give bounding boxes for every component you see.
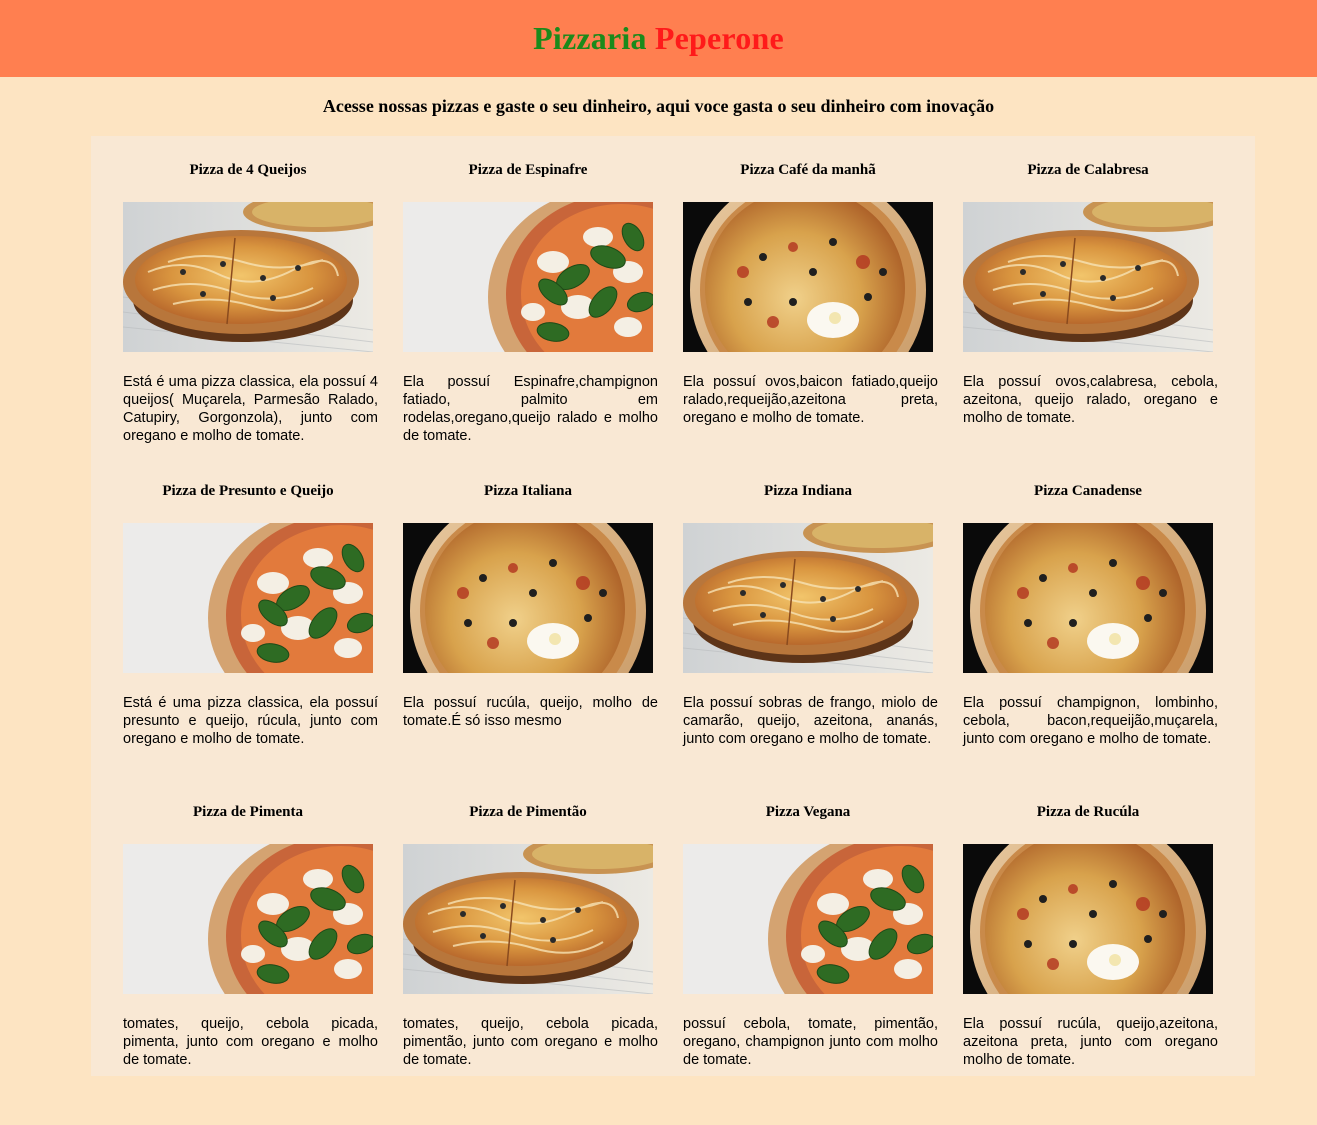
pizza-description: Está é uma pizza classica, ela possuí pr… xyxy=(123,695,378,747)
pizza-title: Pizza de Presunto e Queijo xyxy=(162,483,334,499)
pizza-image xyxy=(683,523,933,673)
pizza-image xyxy=(123,844,373,994)
pizza-card: Pizza Vegana possuí cebola, tomate, pimen… xyxy=(683,804,938,1125)
pizza-title: Pizza Café da manhã xyxy=(740,162,876,178)
pizza-title: Pizza Indiana xyxy=(764,483,852,499)
pizza-card: Pizza de Pimentão tomates, queijo, cebola… xyxy=(403,804,658,1125)
pizza-card: Pizza Indiana Ela possuí sobras de frango… xyxy=(683,483,938,804)
pizza-title: Pizza de Pimenta xyxy=(193,804,303,820)
pizza-card: Pizza Italiana Ela possuí rucúla, queijo,… xyxy=(403,483,658,804)
pizza-title: Pizza Canadense xyxy=(1034,483,1142,499)
pizza-title: Pizza de Rucúla xyxy=(1036,804,1140,820)
pizza-description: Ela possuí sobras de frango, miolo de ca… xyxy=(683,695,938,747)
pizza-title: Pizza de Calabresa xyxy=(1027,162,1149,178)
site-title: Pizzaria Peperone xyxy=(533,20,784,57)
pizza-description: tomates, queijo, cebola picada, pimentão… xyxy=(403,1016,658,1068)
pizza-image xyxy=(963,844,1213,994)
pizza-image xyxy=(123,202,373,352)
site-title-part1: Pizzaria xyxy=(533,20,647,56)
pizza-description: Ela possuí rucúla, queijo, molho de toma… xyxy=(403,695,658,729)
site-header: Pizzaria Peperone xyxy=(0,0,1317,77)
pizza-card: Pizza Café da manhã Ela possuí ovos,baico… xyxy=(683,162,938,483)
pizza-title: Pizza de 4 Queijos xyxy=(189,162,307,178)
pizza-description: Está é uma pizza classica, ela possuí 4 … xyxy=(123,374,378,444)
pizza-description: Ela possuí champignon, lombinho, cebola,… xyxy=(963,695,1218,747)
pizza-card: Pizza Canadense Ela possuí champignon, lo… xyxy=(963,483,1218,804)
pizza-card: Pizza de Calabresa Ela possuí ovos,calabr… xyxy=(963,162,1218,483)
pizza-card: Pizza de Pimenta tomates, queijo, cebola … xyxy=(123,804,378,1125)
pizza-image xyxy=(683,202,933,352)
pizza-card: Pizza de Espinafre Ela possuí Espinafre,c… xyxy=(403,162,658,483)
pizza-image xyxy=(963,202,1213,352)
pizza-image xyxy=(963,523,1213,673)
tagline: Acesse nossas pizzas e gaste o seu dinhe… xyxy=(322,96,995,116)
pizza-image xyxy=(403,523,653,673)
pizza-title: Pizza de Espinafre xyxy=(468,162,588,178)
pizza-image xyxy=(123,523,373,673)
pizza-grid: Pizza de 4 Queijos Está é uma pizza class… xyxy=(91,136,1255,1125)
pizza-image xyxy=(683,844,933,994)
pizza-title: Pizza Italiana xyxy=(484,483,572,499)
pizza-description: possuí cebola, tomate, pimentão, oregano… xyxy=(683,1016,938,1068)
site-title-part2: Peperone xyxy=(654,20,784,56)
pizza-description: tomates, queijo, cebola picada, pimenta,… xyxy=(123,1016,378,1068)
pizza-description: Ela possuí ovos,baicon fatiado,queijo ra… xyxy=(683,374,938,426)
pizza-title: Pizza Vegana xyxy=(765,804,851,820)
pizza-catalog: Pizza de 4 Queijos Está é uma pizza class… xyxy=(91,136,1255,1076)
pizza-description: Ela possuí rucúla, queijo,azeitona, azei… xyxy=(963,1016,1218,1068)
pizza-image xyxy=(403,202,653,352)
pizza-card: Pizza de Presunto e Queijo Está é uma piz… xyxy=(123,483,378,804)
pizza-card: Pizza de Rucúla Ela possuí rucúla, queijo… xyxy=(963,804,1218,1125)
pizza-description: Ela possuí ovos,calabresa, cebola, azeit… xyxy=(963,374,1218,426)
pizza-title: Pizza de Pimentão xyxy=(469,804,587,820)
pizza-image xyxy=(403,844,653,994)
pizza-card: Pizza de 4 Queijos Está é uma pizza class… xyxy=(123,162,378,483)
pizza-description: Ela possuí Espinafre,champignon fatiado,… xyxy=(403,374,658,444)
